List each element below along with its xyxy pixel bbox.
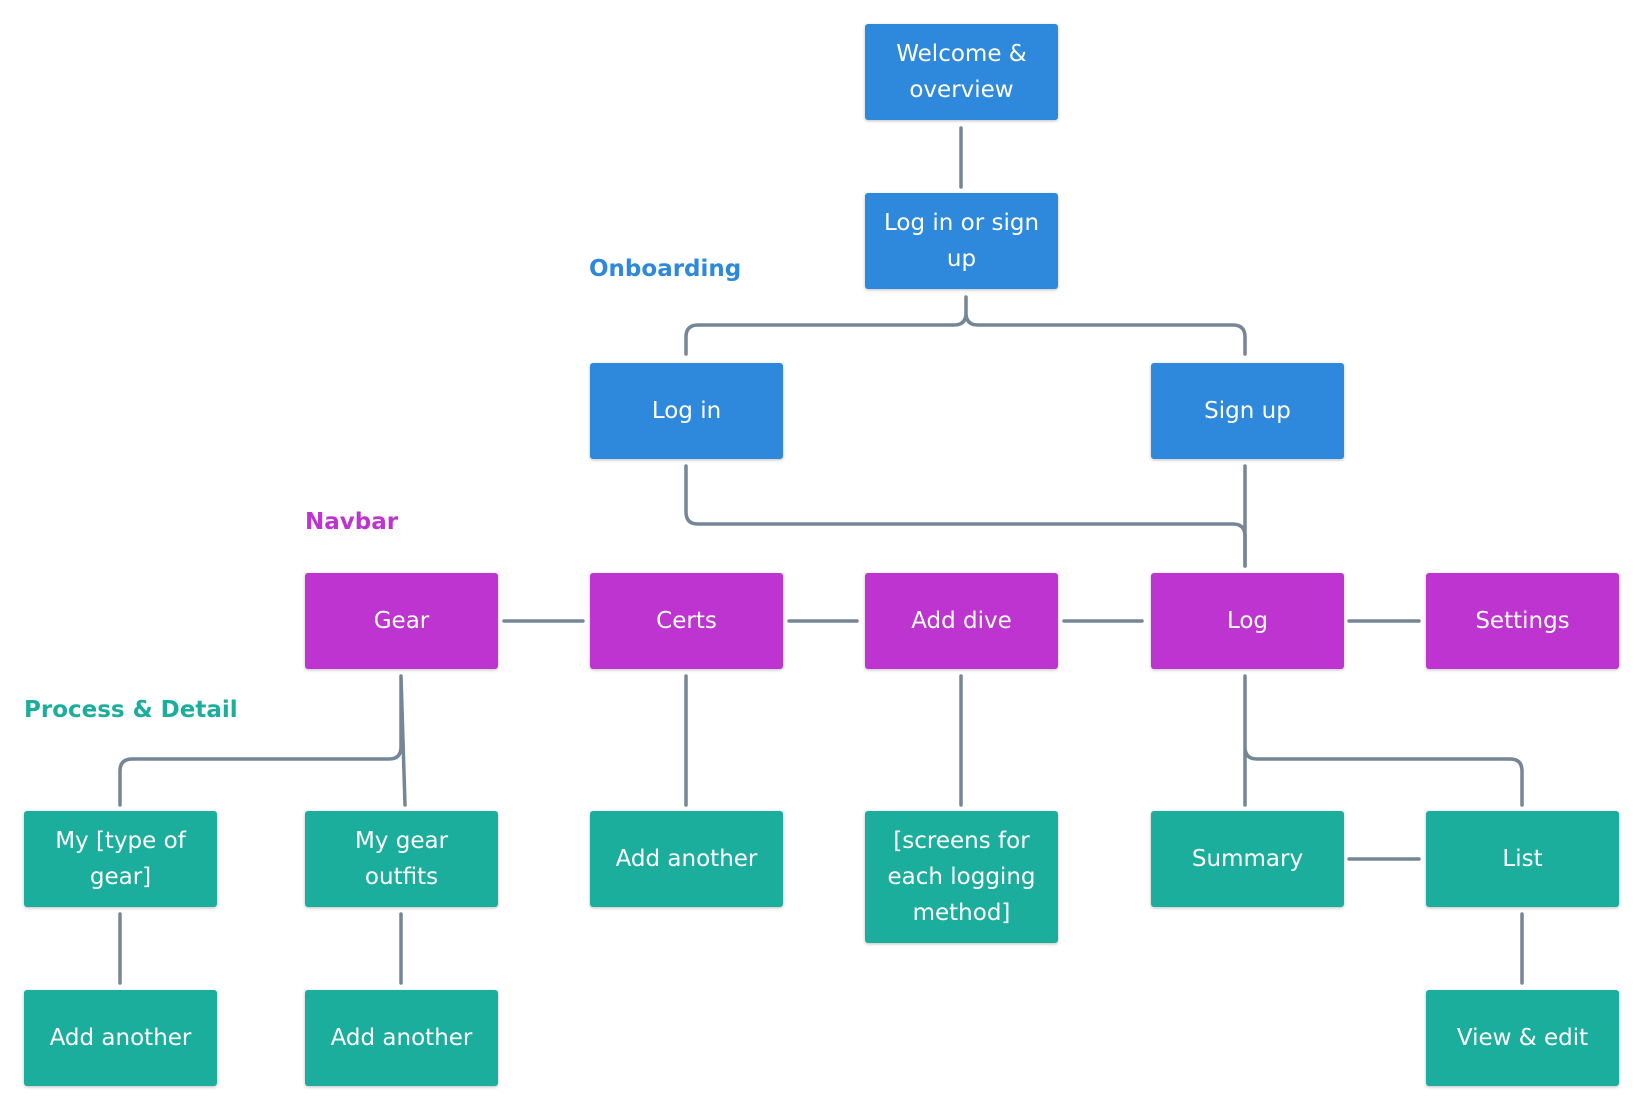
node-certs: Certs: [590, 573, 783, 669]
node-outfits-add-another: Add another: [305, 990, 498, 1086]
onboarding-section-label: Onboarding: [589, 256, 742, 282]
process-section-label: Process & Detail: [24, 697, 238, 723]
connector-gear-branch: [118, 674, 407, 807]
connector-login-signup-branch: [684, 295, 1247, 356]
navbar-section-label: Navbar: [305, 509, 399, 535]
node-settings: Settings: [1426, 573, 1619, 669]
node-login: Log in: [590, 363, 783, 459]
node-gear: Gear: [305, 573, 498, 669]
node-summary: Summary: [1151, 811, 1344, 907]
connector-lines: [118, 126, 1524, 985]
node-certs-add-another: Add another: [590, 811, 783, 907]
node-my-type-of-gear: My [type of gear]: [24, 811, 217, 907]
node-log: Log: [1151, 573, 1344, 669]
connector-login-log: [684, 464, 1247, 568]
node-list: List: [1426, 811, 1619, 907]
connector-log-branch: [1243, 674, 1524, 807]
node-my-gear-outfits: My gear outfits: [305, 811, 498, 907]
node-login-or-signup: Log in or sign up: [865, 193, 1058, 289]
node-add-dive: Add dive: [865, 573, 1058, 669]
node-signup: Sign up: [1151, 363, 1344, 459]
node-logging-screens: [screens for each logging method]: [865, 811, 1058, 943]
node-welcome: Welcome & overview: [865, 24, 1058, 120]
node-gear-type-add-another: Add another: [24, 990, 217, 1086]
node-view-edit: View & edit: [1426, 990, 1619, 1086]
